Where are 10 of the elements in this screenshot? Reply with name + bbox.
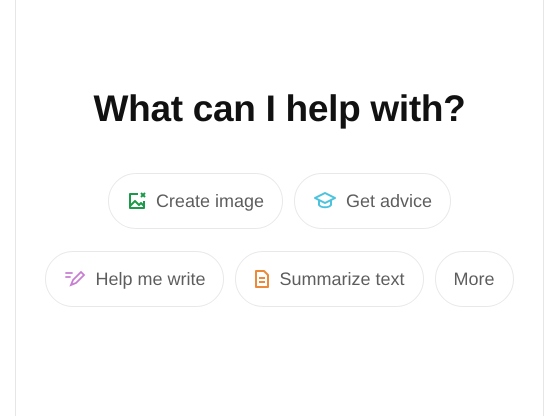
- image-icon: [126, 191, 147, 211]
- heading: What can I help with?: [92, 88, 466, 130]
- suggestion-button[interactable]: Create image: [108, 173, 283, 229]
- document-icon: [254, 269, 270, 289]
- pen-icon: [64, 270, 86, 288]
- suggestion-button[interactable]: More: [434, 251, 514, 307]
- suggestion-button[interactable]: Summarize text: [235, 251, 424, 307]
- suggestion-button[interactable]: Help me write: [45, 251, 224, 307]
- suggestion-button[interactable]: Get advice: [294, 173, 452, 229]
- graduation-cap-icon: [313, 191, 337, 211]
